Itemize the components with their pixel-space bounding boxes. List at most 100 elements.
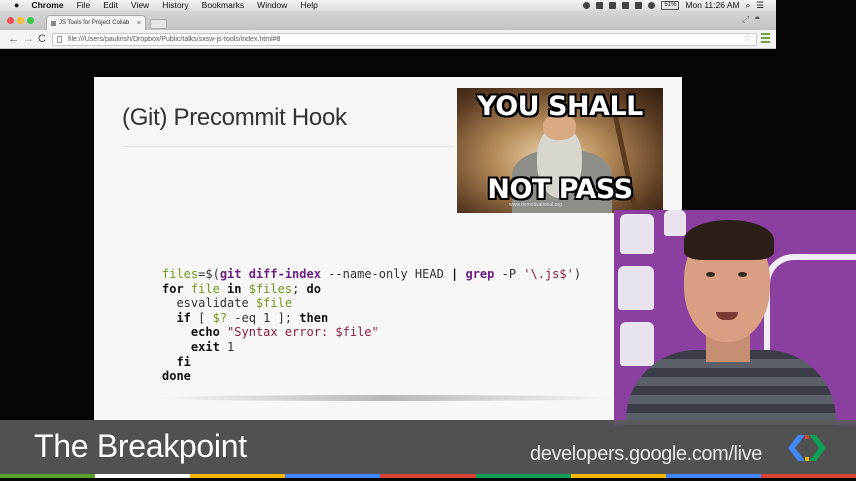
wifi-icon[interactable] [648, 2, 656, 9]
code-line: fi [162, 354, 191, 369]
code-token: exit [162, 339, 220, 354]
spotlight-search-icon[interactable]: ⌕ [746, 0, 751, 11]
tab-close-icon[interactable]: × [137, 16, 141, 30]
google-developers-logo-icon [788, 435, 826, 461]
brand-color-segment [0, 474, 96, 478]
code-token: git diff-index [219, 267, 321, 281]
close-window-button[interactable] [7, 17, 14, 24]
code-token: $? [212, 310, 228, 325]
menu-edit[interactable]: Edit [103, 0, 118, 11]
code-token: -P [494, 267, 524, 281]
code-line: files=$(git diff-index --name-only HEAD … [162, 267, 581, 281]
browser-tab[interactable]: JS Tools for Project Collab × [46, 15, 146, 30]
fullscreen-icon[interactable]: ⤢ [742, 14, 749, 25]
lower-third-banner: The Breakpoint developers.google.com/liv… [0, 420, 856, 474]
brand-color-bar [0, 474, 856, 478]
presenter-video [614, 210, 856, 425]
status-tray: 51% Mon 11:26 AM ⌕ ☰ [583, 0, 776, 11]
page-icon [57, 36, 62, 43]
presenter-hair [684, 220, 774, 260]
menu-clock[interactable]: Mon 11:26 AM [685, 0, 739, 11]
back-button[interactable]: ← [8, 32, 19, 46]
android-robot-4 [664, 210, 686, 236]
show-name: The Breakpoint [34, 428, 247, 464]
brand-color-segment [570, 474, 666, 478]
slide-shadow [152, 395, 622, 401]
brand-color-segment [95, 474, 191, 478]
code-token: --name-only HEAD [320, 267, 452, 281]
battery-indicator[interactable]: 51% [661, 1, 680, 10]
brand-color-segment [380, 474, 476, 478]
menu-help[interactable]: Help [300, 0, 317, 11]
reload-button[interactable]: C [38, 32, 46, 46]
code-token: '\.js$' [523, 267, 574, 281]
code-token: "Syntax error: $file" [227, 325, 379, 340]
code-token: 1 [219, 339, 235, 354]
apple-logo-icon[interactable]: ● [14, 0, 19, 11]
code-line: exit 1 [162, 340, 234, 354]
chrome-menu-icon[interactable] [761, 33, 770, 43]
page-favicon-icon [51, 21, 56, 26]
code-token: do [306, 281, 321, 296]
notification-list-icon[interactable]: ☰ [756, 0, 764, 11]
code-token: then [299, 310, 329, 325]
code-line: for file in $files; do [162, 282, 321, 296]
address-url[interactable]: file:///Users/paulirish/Dropbox/Public/t… [68, 34, 280, 45]
forward-button[interactable]: → [23, 32, 34, 46]
code-token: ) [573, 267, 582, 281]
brand-color-segment [190, 474, 286, 478]
title-divider [124, 146, 454, 147]
minimize-window-button[interactable] [17, 17, 24, 24]
code-token: esvalidate [162, 296, 256, 311]
code-line: echo "Syntax error: $file" [162, 325, 379, 339]
headphones-icon[interactable] [583, 2, 591, 9]
menu-view[interactable]: View [131, 0, 149, 11]
code-token: =$( [198, 267, 220, 281]
menu-window[interactable]: Window [257, 0, 287, 11]
code-token: [ [190, 310, 213, 325]
site-url: developers.google.com/live [530, 443, 762, 465]
browser-toolbar: ← → C file:///Users/paulirish/Dropbox/Pu… [0, 30, 776, 49]
code-token: -eq 1 ]; [227, 310, 300, 325]
skype-icon[interactable] [596, 2, 604, 9]
code-line: done [162, 369, 191, 383]
code-token: in [219, 281, 242, 296]
code-token: grep [458, 267, 495, 281]
android-robot-1 [620, 214, 654, 254]
presenter-right-eye [738, 272, 747, 277]
code-line: if [ $? -eq 1 ]; then [162, 311, 328, 325]
volume-icon[interactable] [635, 2, 643, 9]
dropbox-icon[interactable] [609, 2, 617, 9]
brand-color-segment [665, 474, 761, 478]
code-token: fi [162, 354, 191, 369]
browser-tab-strip: JS Tools for Project Collab × ⤢ ◓ [0, 11, 776, 30]
android-robot-2 [618, 266, 654, 310]
android-robot-3 [620, 322, 654, 366]
menu-bookmarks[interactable]: Bookmarks [202, 0, 245, 11]
address-bar[interactable]: file:///Users/paulirish/Dropbox/Public/t… [52, 33, 757, 46]
menu-file[interactable]: File [77, 0, 91, 11]
bookmark-star-icon[interactable]: ☆ [743, 33, 752, 44]
brand-color-segment [475, 474, 571, 478]
menu-history[interactable]: History [162, 0, 188, 11]
mac-menu-bar: ● Chrome File Edit View History Bookmark… [0, 0, 776, 11]
meme-bottom-text: NOT PASS [487, 174, 633, 205]
code-line: esvalidate $file [162, 296, 292, 310]
code-token: $file [255, 296, 293, 311]
code-token: for [162, 281, 184, 296]
brand-color-segment [285, 474, 381, 478]
code-token: ; [292, 281, 307, 296]
code-token: file [183, 281, 220, 296]
menu-app-name[interactable]: Chrome [31, 0, 63, 11]
brand-color-segment [760, 474, 856, 478]
code-token: files [162, 267, 199, 281]
code-block: files=$(git diff-index --name-only HEAD … [162, 267, 581, 384]
new-tab-button[interactable] [150, 19, 167, 29]
bluetooth-icon[interactable] [622, 2, 630, 9]
presenter-left-eye [706, 272, 715, 277]
tab-title: JS Tools for Project Collab [59, 20, 130, 26]
profile-avatar-icon[interactable]: ◓ [754, 13, 761, 25]
meme-top-text: YOU SHALL [477, 91, 643, 122]
zoom-window-button[interactable] [27, 17, 34, 24]
